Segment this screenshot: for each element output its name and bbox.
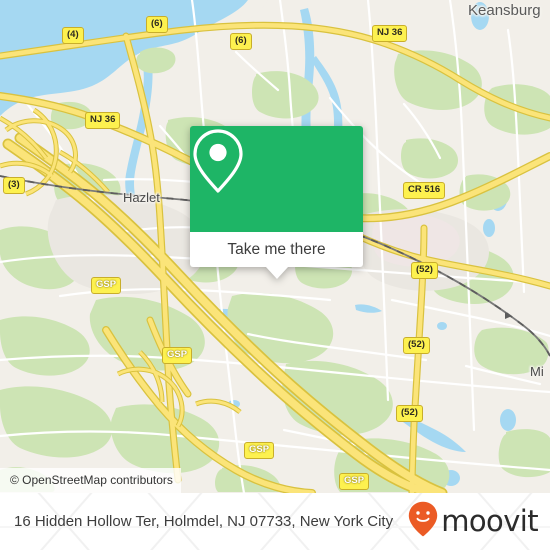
address-text: 16 Hidden Hollow Ter, Holmdel, NJ 07733,… xyxy=(14,513,394,530)
take-me-there-label: Take me there xyxy=(227,240,326,258)
moovit-wordmark: moovit xyxy=(441,504,538,538)
route-shield[interactable]: NJ 36 xyxy=(85,112,121,129)
destination-callout[interactable]: Take me there xyxy=(190,126,363,279)
place-label-keansburg: Keansburg xyxy=(468,2,541,19)
route-shield[interactable]: (6) xyxy=(230,33,252,50)
osm-attribution[interactable]: © OpenStreetMap contributors xyxy=(0,468,181,493)
footer-bar: 16 Hidden Hollow Ter, Holmdel, NJ 07733,… xyxy=(0,493,550,550)
route-shield[interactable]: GSP xyxy=(91,277,122,294)
route-shield[interactable]: NJ 36 xyxy=(372,25,408,42)
route-shield[interactable]: (3) xyxy=(3,177,25,194)
route-shield[interactable]: (4) xyxy=(62,27,84,44)
map-screenshot: (4) (6) (6) NJ 36 NJ 36 (3) CR 516 (52) … xyxy=(0,0,550,550)
route-shield[interactable]: GSP xyxy=(244,442,275,459)
route-shield[interactable]: GSP xyxy=(339,473,370,490)
take-me-there-button[interactable]: Take me there xyxy=(190,232,363,267)
callout-icon-area xyxy=(190,126,363,232)
place-label-hazlet: Hazlet xyxy=(123,190,160,205)
place-label-middletown: Mi xyxy=(530,364,544,379)
route-shield[interactable]: (52) xyxy=(396,405,423,422)
map-canvas[interactable]: (4) (6) (6) NJ 36 NJ 36 (3) CR 516 (52) … xyxy=(0,0,550,493)
route-shield[interactable]: (6) xyxy=(146,16,168,33)
route-shield[interactable]: GSP xyxy=(162,347,193,364)
moovit-smiley-pin-icon xyxy=(408,501,438,542)
route-shield[interactable]: CR 516 xyxy=(403,182,446,199)
callout-tail xyxy=(265,267,288,279)
moovit-logo[interactable]: moovit xyxy=(408,501,539,542)
route-shield[interactable]: (52) xyxy=(411,262,438,279)
route-shield[interactable]: (52) xyxy=(403,337,430,354)
